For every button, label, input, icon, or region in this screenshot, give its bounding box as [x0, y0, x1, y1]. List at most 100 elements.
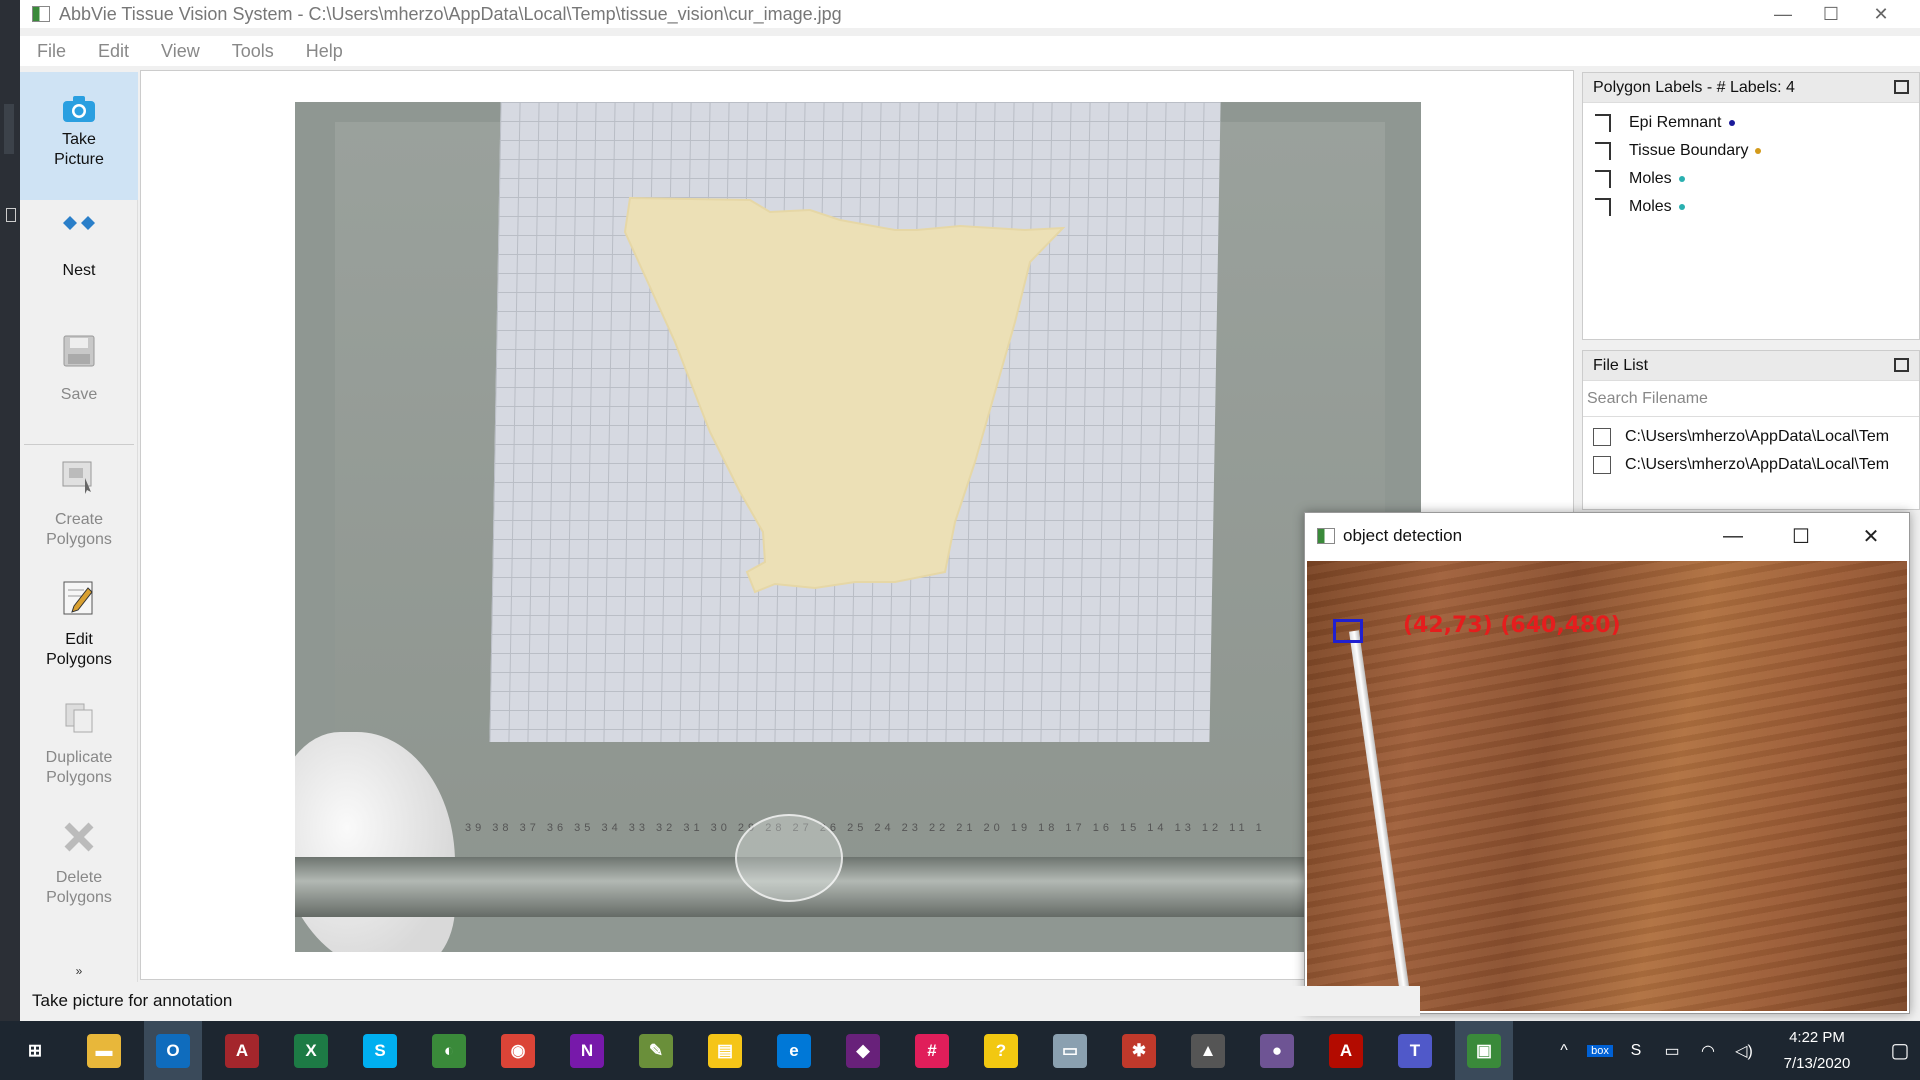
menu-edit[interactable]: Edit: [98, 41, 129, 62]
taskbar-access-button[interactable]: A: [213, 1021, 271, 1080]
float-panel-icon[interactable]: [1894, 80, 1909, 94]
taskbar-github-button[interactable]: ●: [1248, 1021, 1306, 1080]
help-icon: ?: [984, 1033, 1018, 1068]
taskbar-edge-button[interactable]: e: [765, 1021, 823, 1080]
od-maximize-button[interactable]: ☐: [1771, 513, 1831, 559]
taskbar-monitor-button[interactable]: ▭: [1041, 1021, 1099, 1080]
menu-help[interactable]: Help: [306, 41, 343, 62]
slack-icon: #: [915, 1033, 949, 1068]
label-checkbox[interactable]: [1595, 142, 1611, 160]
toolbar-extension-button[interactable]: »: [20, 964, 138, 980]
taskbar-teams-button[interactable]: T: [1386, 1021, 1444, 1080]
delete-polygons-button[interactable]: Delete Polygons: [20, 820, 138, 930]
window-app-icon: [1317, 528, 1335, 544]
clock-time: 4:22 PM: [1789, 1028, 1845, 1046]
taskbar-inkscape-button[interactable]: ▲: [1179, 1021, 1237, 1080]
notes-icon: ▤: [708, 1033, 742, 1068]
label-checkbox[interactable]: [1595, 170, 1611, 188]
taskbar-tissue-vision-button[interactable]: ▣: [1455, 1021, 1513, 1080]
clock[interactable]: 4:22 PM 7/13/2020: [1762, 1025, 1872, 1077]
taskbar-notes-button[interactable]: ▤: [696, 1021, 754, 1080]
object-detection-title: object detection: [1343, 526, 1463, 545]
minimize-button[interactable]: —: [1760, 0, 1806, 28]
label-item[interactable]: Tissue Boundary: [1583, 137, 1919, 165]
menu-file[interactable]: File: [37, 41, 66, 62]
label-color-dot: [1755, 148, 1762, 154]
taskbar-chrome-button[interactable]: ◉: [489, 1021, 547, 1080]
taskbar-slack-button[interactable]: #: [903, 1021, 961, 1080]
background-window-edge: [0, 0, 20, 1021]
title-bar: AbbVie Tissue Vision System - C:\Users\m…: [20, 0, 1920, 28]
app-icon: [32, 6, 50, 22]
object-detection-titlebar: object detection — ☐ ✕: [1305, 513, 1909, 559]
file-item[interactable]: C:\Users\mherzo\AppData\Local\Tem: [1583, 423, 1919, 451]
taskbar-skype-button[interactable]: S: [351, 1021, 409, 1080]
taskbar-file-explorer-button[interactable]: ▬: [75, 1021, 133, 1080]
taskbar-onenote-button[interactable]: N: [558, 1021, 616, 1080]
label-color-dot: [1678, 176, 1685, 182]
nest-icon: [63, 216, 95, 230]
nest-label: Nest: [62, 262, 96, 279]
od-minimize-button[interactable]: —: [1703, 513, 1763, 559]
volume-icon[interactable]: ◁): [1726, 1041, 1762, 1061]
search-filename-input[interactable]: Search Filename: [1583, 381, 1919, 417]
taskbar-excel-button[interactable]: X: [282, 1021, 340, 1080]
taskbar-outlook-button[interactable]: O: [144, 1021, 202, 1080]
wifi-icon[interactable]: ◠: [1690, 1041, 1726, 1061]
notifications-icon[interactable]: ▢: [1880, 1038, 1920, 1063]
duplicate-polygons-button[interactable]: Duplicate Polygons: [20, 700, 138, 810]
taskbar-network-button[interactable]: ✱: [1110, 1021, 1168, 1080]
label-checkbox[interactable]: [1595, 198, 1611, 216]
float-panel-icon[interactable]: [1894, 358, 1909, 372]
save-button[interactable]: Save: [20, 334, 138, 454]
label-item[interactable]: Epi Remnant: [1583, 109, 1919, 137]
label-text: Tissue Boundary: [1629, 142, 1749, 159]
menu-tools[interactable]: Tools: [232, 41, 274, 62]
status-bar: Take picture for annotation: [20, 986, 1420, 1016]
label-text: Moles: [1629, 198, 1672, 215]
start-icon: ⊞: [18, 1033, 52, 1068]
close-button[interactable]: ✕: [1858, 0, 1904, 28]
create-polygons-button[interactable]: Create Polygons: [20, 460, 138, 570]
box-icon[interactable]: box: [1587, 1044, 1613, 1057]
tray-rail: [295, 857, 1421, 917]
save-icon: [63, 335, 95, 367]
label-color-dot: [1728, 120, 1735, 126]
taskbar-visual-studio-button[interactable]: ◆: [834, 1021, 892, 1080]
taskbar-acrobat-button[interactable]: A: [1317, 1021, 1375, 1080]
system-tray: ^ box S ▭ ◠ ◁) 4:22 PM 7/13/2020 ▢: [1546, 1021, 1920, 1080]
take-picture-button[interactable]: Take Picture: [20, 72, 138, 200]
file-path: C:\Users\mherzo\AppData\Local\Tem: [1625, 456, 1890, 473]
label-checkbox[interactable]: [1595, 114, 1611, 132]
nest-button[interactable]: Nest: [20, 210, 138, 320]
file-checkbox[interactable]: [1593, 456, 1611, 474]
github-icon: ●: [1260, 1033, 1294, 1068]
menu-view[interactable]: View: [161, 41, 200, 62]
status-text: Take picture for annotation: [32, 991, 233, 1010]
taskbar-apps: ⊞ ▬ O A X S ◐ ◉ N ✎ ▤ e ◆ #? ▭ ✱ ▲ ● A T ▣: [6, 1021, 1524, 1080]
file-checkbox[interactable]: [1593, 428, 1611, 446]
taskbar-web-browser-button[interactable]: ◐: [420, 1021, 478, 1080]
maximize-button[interactable]: ☐: [1808, 0, 1854, 28]
file-item[interactable]: C:\Users\mherzo\AppData\Local\Tem: [1583, 451, 1919, 479]
camera-icon: [63, 96, 95, 122]
tissue-image[interactable]: 39 38 37 36 35 34 33 32 31 30 29 28 27 2…: [295, 102, 1421, 952]
taskbar-start-button[interactable]: ⊞: [6, 1021, 64, 1080]
excel-icon: X: [294, 1033, 328, 1068]
teams-icon: T: [1398, 1033, 1432, 1068]
polygon-labels-header: Polygon Labels - # Labels: 4: [1583, 73, 1919, 103]
label-item[interactable]: Moles: [1583, 165, 1919, 193]
object-detection-window: object detection — ☐ ✕ (42,73) (640,480): [1304, 512, 1910, 1014]
taskbar-paint-button[interactable]: ✎: [627, 1021, 685, 1080]
taskbar-help-button[interactable]: ?: [972, 1021, 1030, 1080]
skype-tray-icon[interactable]: S: [1618, 1042, 1654, 1060]
od-close-button[interactable]: ✕: [1841, 513, 1901, 559]
edit-polygons-button[interactable]: Edit Polygons: [20, 580, 138, 690]
chevron-up-icon[interactable]: ^: [1546, 1042, 1582, 1060]
label-item[interactable]: Moles: [1583, 193, 1919, 221]
detection-coordinates: (42,73) (640,480): [1403, 613, 1621, 638]
visual-studio-icon: ◆: [846, 1033, 880, 1068]
network-icon: ✱: [1122, 1033, 1156, 1068]
file-explorer-icon: ▬: [87, 1033, 121, 1068]
battery-icon[interactable]: ▭: [1654, 1041, 1690, 1061]
